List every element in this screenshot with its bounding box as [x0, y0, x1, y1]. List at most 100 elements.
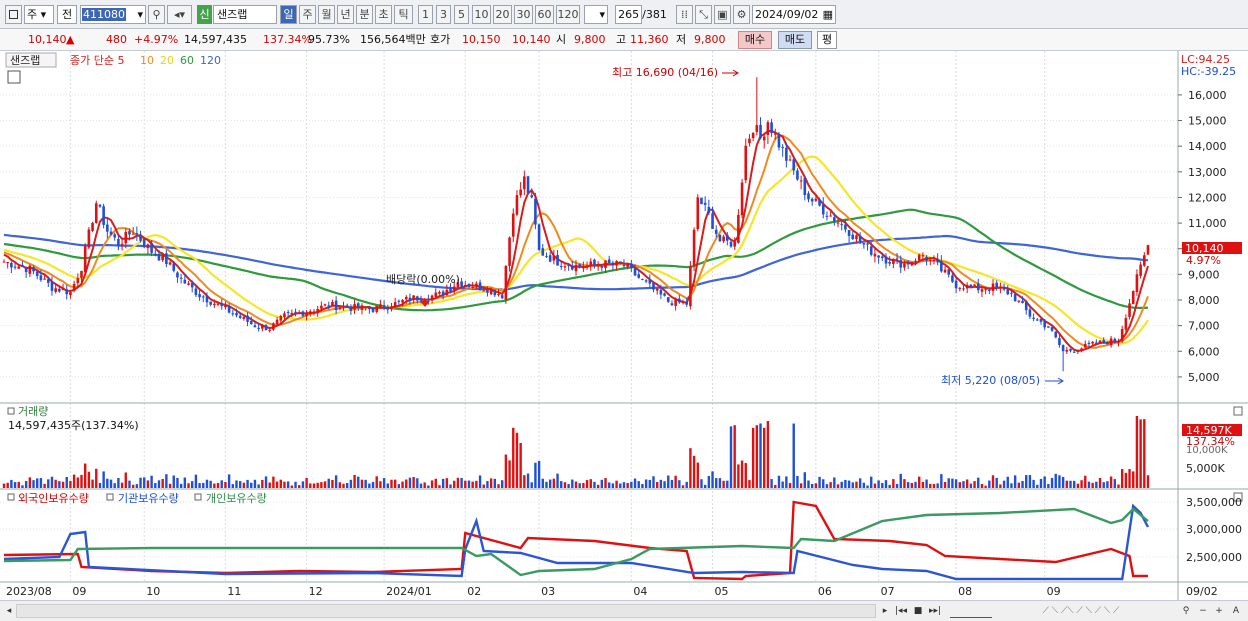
volume-bar — [947, 478, 950, 488]
volume-bar — [888, 484, 891, 488]
mode-label: 주 — [27, 8, 38, 21]
period-second-button[interactable]: 초 — [375, 5, 392, 24]
candle-body — [146, 244, 150, 249]
scrollbar[interactable]: ◂ ▸ |◂◂ ■ ▸▸| ⟋ ⟍ ⟋⟍ ⟋ ⟍ ⟋ ⟍ ⟋ ⚲ − + A — [0, 600, 1248, 621]
volume-bar — [1109, 476, 1113, 488]
stock-code-input[interactable]: 411080 ▾ — [80, 5, 146, 24]
draw-tools-icon[interactable]: ⟋ ⟍ ⟋⟍ ⟋ ⟍ ⟋ ⟍ ⟋ — [996, 604, 1166, 618]
scissors-icon[interactable]: ⁞⁞ — [676, 5, 693, 24]
candle-body — [921, 255, 925, 257]
volume-bar — [914, 481, 917, 488]
candle-body — [1032, 317, 1035, 319]
tick-3-button[interactable]: 3 — [436, 5, 451, 24]
auto-scale-icon[interactable]: A — [1230, 604, 1242, 618]
period-tick-button[interactable]: 틱 — [394, 5, 413, 24]
stop-icon[interactable]: ■ — [912, 604, 924, 618]
volume-bar — [1120, 469, 1124, 488]
tick-10-button[interactable]: 10 — [472, 5, 491, 24]
table-icon[interactable] — [7, 70, 21, 84]
candle-body — [120, 243, 124, 245]
scope-select[interactable]: 전 — [57, 5, 77, 24]
candle-body — [895, 258, 899, 260]
volume-bars — [2, 416, 1150, 488]
tick-20-button[interactable]: 20 — [493, 5, 512, 24]
speaker-icon[interactable]: ◂▾ — [167, 5, 192, 24]
tick-120-button[interactable]: 120 — [556, 5, 580, 24]
scroll-left-icon[interactable]: ◂ — [4, 604, 14, 618]
candle-body — [814, 198, 818, 201]
candle-body — [98, 204, 102, 207]
period-week-button[interactable]: 주 — [299, 5, 316, 24]
price-tick-label: 11,000 — [1188, 217, 1227, 230]
period-day-button[interactable]: 일 — [280, 5, 297, 24]
volume-bar — [1084, 475, 1087, 488]
volume-bar — [512, 427, 515, 488]
volume-bar — [253, 479, 257, 488]
tick-custom-select[interactable]: ▾ — [584, 5, 608, 24]
candle-body — [991, 283, 995, 292]
period-minute-button[interactable]: 분 — [356, 5, 373, 24]
max-arrow-icon — [722, 69, 739, 77]
candle-body — [906, 263, 910, 265]
period-year-button[interactable]: 년 — [337, 5, 354, 24]
candle-body — [183, 279, 187, 284]
first-page-icon[interactable]: |◂◂ — [894, 604, 908, 618]
candle-body — [356, 303, 360, 309]
volume-bar — [261, 479, 264, 488]
volume-bar — [279, 479, 282, 488]
tick-30-button[interactable]: 30 — [514, 5, 533, 24]
legend-institution: 기관보유수량 — [118, 492, 179, 505]
zoom-icon[interactable]: ⤡ — [695, 5, 712, 24]
candle-body — [286, 312, 290, 314]
volume-bar — [648, 479, 652, 488]
scroll-track[interactable] — [16, 604, 876, 618]
mode-select[interactable]: 주 ▾ — [24, 5, 54, 24]
candle-body — [135, 233, 139, 235]
chart-area[interactable]: 샌즈랩 종가 단순 5 10 20 60 120 LC:94.25 HC:-39… — [0, 51, 1248, 600]
stock-name-field[interactable]: 샌즈랩 — [213, 5, 277, 24]
volume-bar — [390, 479, 393, 488]
volume-bar — [733, 425, 736, 488]
volume-bar — [781, 481, 784, 488]
scroll-right-icon[interactable]: ▸ — [880, 604, 890, 618]
eval-button[interactable]: 평 — [817, 31, 837, 49]
period-month-button[interactable]: 월 — [318, 5, 335, 24]
calendar-icon[interactable]: ▦ — [823, 6, 833, 23]
sell-button[interactable]: 매도 — [778, 31, 812, 49]
candle-body — [737, 215, 740, 243]
candle-body — [102, 206, 105, 225]
candle-body — [770, 122, 773, 133]
search-icon[interactable]: ⚲ — [148, 5, 165, 24]
tick-60-button[interactable]: 60 — [535, 5, 554, 24]
volume-bar — [751, 427, 755, 488]
tick-1-button[interactable]: 1 — [418, 5, 433, 24]
zoom-in-icon[interactable]: ⚲ — [1180, 604, 1192, 618]
screen-icon[interactable] — [5, 5, 22, 24]
ruler-icon[interactable] — [950, 604, 992, 618]
volume-bar — [294, 481, 297, 488]
volume-bar — [405, 479, 408, 488]
last-page-icon[interactable]: ▸▸| — [928, 604, 942, 618]
date-input[interactable]: 2024/09/02 ▦ — [752, 5, 836, 24]
volume-bar — [334, 475, 338, 488]
volume-panel-close-icon[interactable] — [1233, 406, 1243, 416]
candle-body — [113, 234, 117, 238]
volume-bar — [482, 484, 485, 488]
candle-body — [1080, 348, 1083, 351]
volume-bar — [1091, 482, 1094, 488]
buy-button[interactable]: 매수 — [738, 31, 772, 49]
volume-bar — [316, 482, 319, 488]
volume-bar — [851, 482, 854, 488]
candle-body — [438, 291, 441, 294]
candle-body — [1146, 245, 1150, 255]
candle-body — [1024, 301, 1028, 311]
save-icon[interactable]: ▣ — [714, 5, 731, 24]
volume-bar — [309, 483, 312, 488]
candle-body — [681, 302, 685, 304]
candle-body — [401, 299, 404, 303]
plus-icon[interactable]: + — [1214, 604, 1224, 618]
tick-5-button[interactable]: 5 — [454, 5, 469, 24]
candle-body — [733, 241, 736, 247]
settings-icon[interactable]: ⚙ — [733, 5, 750, 24]
minus-icon[interactable]: − — [1198, 604, 1208, 618]
